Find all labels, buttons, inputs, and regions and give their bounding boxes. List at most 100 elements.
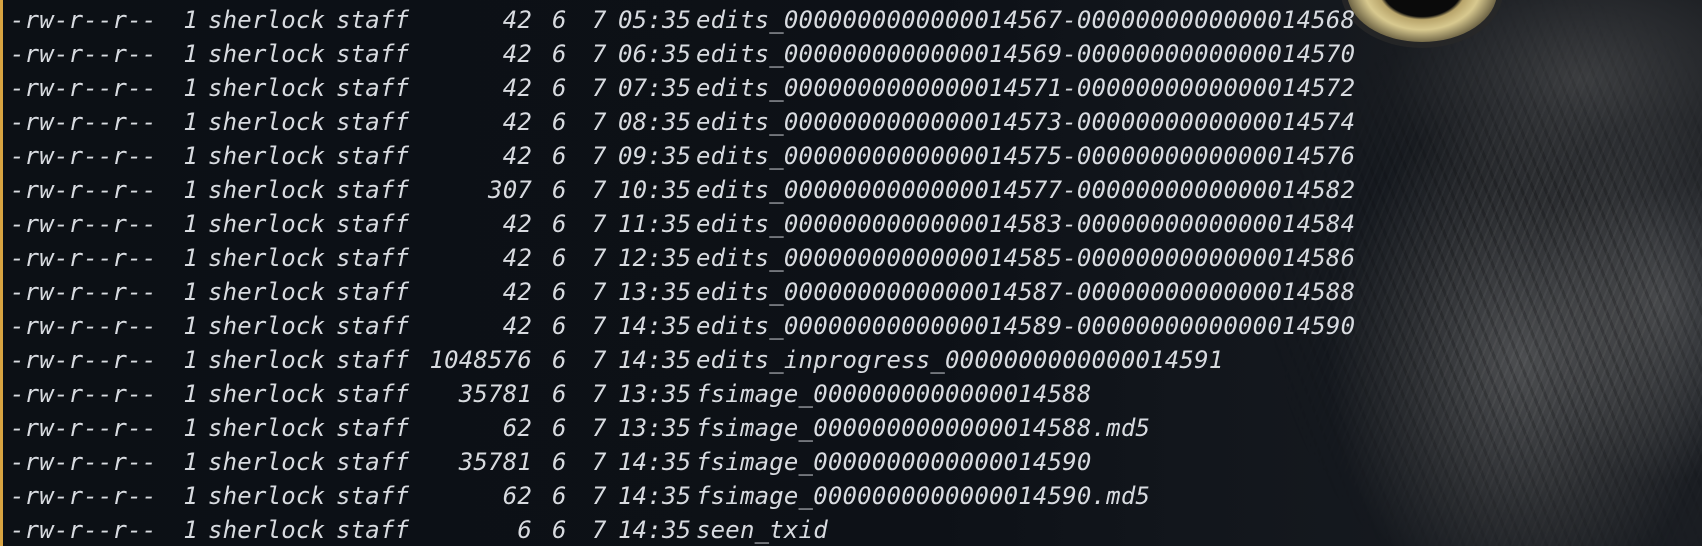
file-permissions: -rw-r--r-- xyxy=(10,74,157,102)
modified-time: 05:35 xyxy=(618,6,692,34)
file-permissions: -rw-r--r-- xyxy=(10,380,157,408)
file-size: 42 xyxy=(502,244,532,272)
file-owner: sherlock xyxy=(208,346,326,374)
modified-month: 6 xyxy=(552,244,567,272)
terminal-window[interactable]: -rw-r--r-- 1 sherlock staff 42 6 7 05:35 edits_0… xyxy=(0,0,1702,546)
file-name: edits_0000000000000014575-00000000000000… xyxy=(696,142,1356,170)
link-count: 1 xyxy=(183,74,198,102)
file-size: 307 xyxy=(488,176,532,204)
modified-day: 7 xyxy=(592,380,607,408)
listing-row: -rw-r--r-- 1 sherlock staff 1048576 6 7 14:35 ed… xyxy=(10,343,1355,377)
file-permissions: -rw-r--r-- xyxy=(10,516,157,544)
modified-day: 7 xyxy=(592,108,607,136)
file-group: staff xyxy=(336,312,410,340)
file-listing: -rw-r--r-- 1 sherlock staff 42 6 7 05:35 edits_0… xyxy=(10,3,1355,546)
file-group: staff xyxy=(336,380,410,408)
listing-row: -rw-r--r-- 1 sherlock staff 35781 6 7 13:35 fsim… xyxy=(10,377,1355,411)
modified-time: 13:35 xyxy=(618,380,692,408)
file-size: 42 xyxy=(502,278,532,306)
file-name: edits_0000000000000014589-00000000000000… xyxy=(696,312,1356,340)
listing-row: -rw-r--r-- 1 sherlock staff 62 6 7 14:35 fsimage… xyxy=(10,479,1355,513)
file-size: 62 xyxy=(502,482,532,510)
file-owner: sherlock xyxy=(208,40,326,68)
file-name: edits_0000000000000014571-00000000000000… xyxy=(696,74,1356,102)
link-count: 1 xyxy=(183,108,198,136)
file-name: fsimage_0000000000000014590 xyxy=(696,448,1092,476)
listing-row: -rw-r--r-- 1 sherlock staff 42 6 7 06:35 edits_0… xyxy=(10,37,1355,71)
file-name: edits_0000000000000014573-00000000000000… xyxy=(696,108,1356,136)
modified-month: 6 xyxy=(552,74,567,102)
link-count: 1 xyxy=(183,40,198,68)
modified-month: 6 xyxy=(552,312,567,340)
file-group: staff xyxy=(336,74,410,102)
modified-day: 7 xyxy=(592,448,607,476)
file-owner: sherlock xyxy=(208,448,326,476)
listing-row: -rw-r--r-- 1 sherlock staff 42 6 7 12:35 edits_0… xyxy=(10,241,1355,275)
file-size: 1048576 xyxy=(429,346,532,374)
file-owner: sherlock xyxy=(208,278,326,306)
modified-month: 6 xyxy=(552,108,567,136)
file-permissions: -rw-r--r-- xyxy=(10,346,157,374)
file-name: edits_inprogress_0000000000000014591 xyxy=(696,346,1224,374)
listing-row: -rw-r--r-- 1 sherlock staff 35781 6 7 14:35 fsim… xyxy=(10,445,1355,479)
link-count: 1 xyxy=(183,244,198,272)
file-group: staff xyxy=(336,40,410,68)
file-group: staff xyxy=(336,6,410,34)
listing-row: -rw-r--r-- 1 sherlock staff 307 6 7 10:35 edits_… xyxy=(10,173,1355,207)
listing-row: -rw-r--r-- 1 sherlock staff 42 6 7 11:35 edits_0… xyxy=(10,207,1355,241)
listing-row: -rw-r--r-- 1 sherlock staff 62 6 7 13:35 fsimage… xyxy=(10,411,1355,445)
listing-row: -rw-r--r-- 1 sherlock staff 42 6 7 05:35 edits_0… xyxy=(10,3,1355,37)
file-permissions: -rw-r--r-- xyxy=(10,482,157,510)
modified-time: 14:35 xyxy=(618,312,692,340)
file-group: staff xyxy=(336,516,410,544)
modified-month: 6 xyxy=(552,6,567,34)
file-name: seen_txid xyxy=(696,516,828,544)
file-group: staff xyxy=(336,210,410,238)
modified-month: 6 xyxy=(552,482,567,510)
modified-month: 6 xyxy=(552,176,567,204)
file-group: staff xyxy=(336,108,410,136)
file-size: 62 xyxy=(502,414,532,442)
modified-time: 10:35 xyxy=(618,176,692,204)
file-permissions: -rw-r--r-- xyxy=(10,108,157,136)
file-permissions: -rw-r--r-- xyxy=(10,312,157,340)
modified-month: 6 xyxy=(552,278,567,306)
listing-row: -rw-r--r-- 1 sherlock staff 42 6 7 08:35 edits_0… xyxy=(10,105,1355,139)
modified-day: 7 xyxy=(592,176,607,204)
file-size: 42 xyxy=(502,108,532,136)
file-permissions: -rw-r--r-- xyxy=(10,244,157,272)
file-size: 42 xyxy=(502,142,532,170)
modified-month: 6 xyxy=(552,448,567,476)
file-name: edits_0000000000000014583-00000000000000… xyxy=(696,210,1356,238)
file-size: 42 xyxy=(502,40,532,68)
file-group: staff xyxy=(336,244,410,272)
modified-day: 7 xyxy=(592,6,607,34)
modified-day: 7 xyxy=(592,312,607,340)
file-name: edits_0000000000000014569-00000000000000… xyxy=(696,40,1356,68)
file-group: staff xyxy=(336,482,410,510)
file-size: 35781 xyxy=(458,380,532,408)
file-size: 42 xyxy=(502,74,532,102)
file-permissions: -rw-r--r-- xyxy=(10,6,157,34)
link-count: 1 xyxy=(183,142,198,170)
file-owner: sherlock xyxy=(208,244,326,272)
file-group: staff xyxy=(336,448,410,476)
file-group: staff xyxy=(336,278,410,306)
link-count: 1 xyxy=(183,380,198,408)
modified-time: 11:35 xyxy=(618,210,692,238)
listing-row: -rw-r--r-- 1 sherlock staff 42 6 7 07:35 edits_0… xyxy=(10,71,1355,105)
file-group: staff xyxy=(336,346,410,374)
modified-month: 6 xyxy=(552,380,567,408)
file-size: 6 xyxy=(517,516,532,544)
link-count: 1 xyxy=(183,448,198,476)
file-owner: sherlock xyxy=(208,142,326,170)
listing-row: -rw-r--r-- 1 sherlock staff 42 6 7 14:35 edits_0… xyxy=(10,309,1355,343)
modified-day: 7 xyxy=(592,74,607,102)
file-size: 42 xyxy=(502,210,532,238)
window-edge-accent xyxy=(0,0,3,546)
link-count: 1 xyxy=(183,210,198,238)
modified-month: 6 xyxy=(552,142,567,170)
modified-time: 06:35 xyxy=(618,40,692,68)
file-owner: sherlock xyxy=(208,380,326,408)
file-group: staff xyxy=(336,142,410,170)
